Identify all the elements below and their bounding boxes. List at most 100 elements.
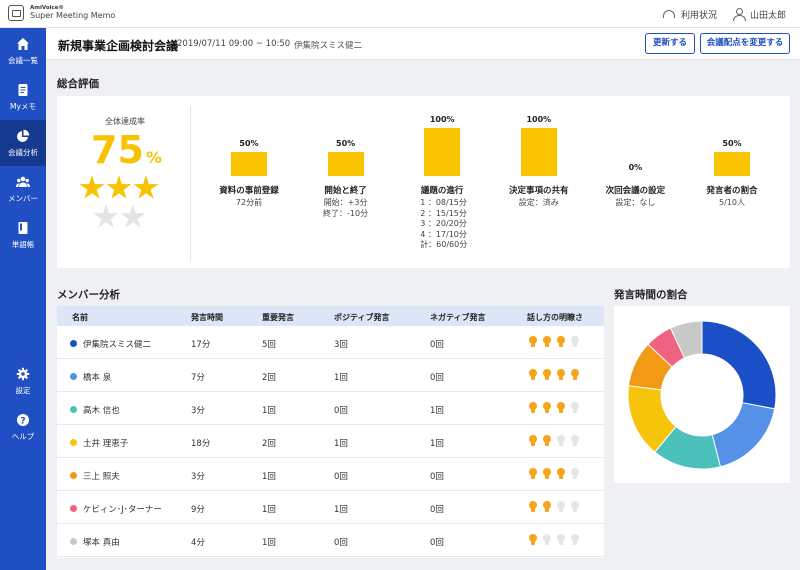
member-negative: 0回 xyxy=(430,340,444,350)
sidebar-item-label: 会議分析 xyxy=(8,148,38,157)
table-row[interactable]: 三上 照夫 3分 1回 0回 0回 xyxy=(57,458,604,491)
sidebar-item-mymemo[interactable]: Myメモ xyxy=(0,74,46,120)
metric-detail: 設定：なし xyxy=(615,198,656,207)
metric-bar xyxy=(424,128,461,176)
lightbulb-icon xyxy=(570,369,580,381)
book-icon xyxy=(18,222,28,234)
clarity-rating xyxy=(528,336,584,348)
sidebar-item-label: メンバー xyxy=(8,194,38,203)
member-negative: 0回 xyxy=(430,505,444,515)
member-negative: 0回 xyxy=(430,538,444,548)
metric-detail: 72分前 xyxy=(235,198,263,207)
clarity-rating xyxy=(528,468,584,480)
usage-label: 利用状況 xyxy=(680,10,717,21)
metric-bar xyxy=(231,152,267,176)
divider xyxy=(190,106,191,261)
lightbulb-icon xyxy=(570,534,580,546)
member-important: 1回 xyxy=(262,538,276,548)
lightbulb-icon xyxy=(542,402,552,414)
members-section-title: メンバー分析 xyxy=(57,289,120,301)
metric-detail: 設定：済み xyxy=(518,198,559,207)
lightbulb-icon xyxy=(556,534,566,546)
table-row[interactable]: 橋本 泉 7分 2回 1回 0回 xyxy=(57,359,604,392)
lightbulb-icon xyxy=(528,369,538,381)
metric-label: 議題の進行 xyxy=(420,186,464,196)
lightbulb-icon xyxy=(528,402,538,414)
member-important: 5回 xyxy=(262,340,276,350)
lightbulb-icon xyxy=(570,501,580,513)
table-row[interactable]: 高木 信也 3分 1回 0回 1回 xyxy=(57,392,604,425)
svg-text:?: ? xyxy=(20,416,25,426)
member-color-dot xyxy=(70,505,77,512)
member-positive: 0回 xyxy=(334,472,348,482)
lightbulb-icon xyxy=(528,336,538,348)
share-chart-card xyxy=(614,306,790,483)
members-icon xyxy=(16,176,30,187)
lightbulb-icon xyxy=(556,501,566,513)
metric-bar xyxy=(520,128,557,176)
clarity-rating xyxy=(528,402,584,414)
usage-status-link[interactable]: 利用状況 xyxy=(662,8,717,21)
metric-label: 開始と終了 xyxy=(324,186,367,196)
sidebar-item-members[interactable]: メンバー xyxy=(0,166,46,212)
member-name: 土井 理恵子 xyxy=(83,439,129,449)
member-time: 3分 xyxy=(191,472,205,482)
metric-percent: 100% xyxy=(429,115,455,124)
memo-icon xyxy=(18,84,28,96)
gauge-icon xyxy=(662,10,675,18)
pie-chart-icon xyxy=(17,129,30,142)
sidebar-item-analysis[interactable]: 会議分析 xyxy=(0,120,46,166)
app-logo[interactable]: AmiVoice® Super Meeting Memo xyxy=(8,5,115,21)
metric-detail: 1 ：08/15分 2 ：15/15分 3 ：20/20分 4 ：17/10分 … xyxy=(420,198,468,249)
member-color-dot xyxy=(70,340,77,347)
member-name: 三上 照夫 xyxy=(83,472,120,482)
clarity-rating xyxy=(528,501,584,513)
metric-label: 次回会議の設定 xyxy=(605,186,666,196)
member-positive: 0回 xyxy=(334,406,348,416)
member-name: 橋本 泉 xyxy=(83,373,112,383)
table-row[interactable]: 塚本 真由 4分 1回 0回 0回 xyxy=(57,524,604,557)
change-points-button[interactable]: 会議配点を変更する xyxy=(700,33,790,54)
user-icon xyxy=(732,8,746,21)
metric-percent: 50% xyxy=(722,139,742,148)
star-icon xyxy=(120,204,146,228)
lightbulb-icon xyxy=(570,435,580,447)
clarity-rating xyxy=(528,435,584,447)
sidebar-item-meetings[interactable]: 会議一覧 xyxy=(0,28,46,74)
lightbulb-icon xyxy=(542,369,552,381)
lightbulb-icon xyxy=(542,534,552,546)
member-time: 3分 xyxy=(191,406,205,416)
donut-slice xyxy=(711,402,776,468)
overall-section-title: 総合評価 xyxy=(57,78,99,90)
help-icon: ? xyxy=(17,414,29,426)
meeting-title: 新規事業企画検討会議 xyxy=(58,39,179,53)
meeting-organizer: 伊集院スミス健二 xyxy=(294,41,363,51)
member-negative: 0回 xyxy=(430,472,444,482)
metric-bar xyxy=(327,152,364,176)
member-negative: 1回 xyxy=(430,439,444,449)
user-menu[interactable]: 山田太郎 xyxy=(732,8,786,21)
table-row[interactable]: 土井 理恵子 18分 2回 1回 1回 xyxy=(57,425,604,458)
members-table: 名前 発言時間 重要発言 ポジティブ発言 ネガティブ発言 話し方の明瞭さ 伊集院… xyxy=(57,306,604,558)
member-important: 2回 xyxy=(262,373,276,383)
share-donut-chart xyxy=(627,320,777,470)
table-row[interactable]: ケビィン･J･ターナー 9分 1回 1回 0回 xyxy=(57,491,604,524)
clarity-rating xyxy=(528,534,584,546)
star-icon xyxy=(79,175,105,199)
meeting-datetime: 2019/07/11 09:00 ~ 10:50 xyxy=(177,39,291,49)
sidebar-item-help[interactable]: ? ヘルプ xyxy=(0,404,46,450)
logo-icon xyxy=(8,5,24,21)
table-row[interactable]: 伊集院スミス健二 17分 5回 3回 0回 xyxy=(57,326,604,359)
member-name: 塚本 真由 xyxy=(83,538,120,548)
update-button[interactable]: 更新する xyxy=(645,33,695,54)
lightbulb-icon xyxy=(556,336,566,348)
metric-bar xyxy=(714,152,750,176)
table-header: 名前 発言時間 重要発言 ポジティブ発言 ネガティブ発言 話し方の明瞭さ xyxy=(57,306,604,326)
column-header-clarity: 話し方の明瞭さ xyxy=(527,313,583,322)
member-important: 1回 xyxy=(262,472,276,482)
clarity-rating xyxy=(528,369,584,381)
sidebar-item-label: Myメモ xyxy=(10,102,36,111)
sidebar-item-settings[interactable]: 設定 xyxy=(0,358,46,404)
lightbulb-icon xyxy=(542,336,552,348)
sidebar-item-wordbook[interactable]: 単語帳 xyxy=(0,212,46,258)
